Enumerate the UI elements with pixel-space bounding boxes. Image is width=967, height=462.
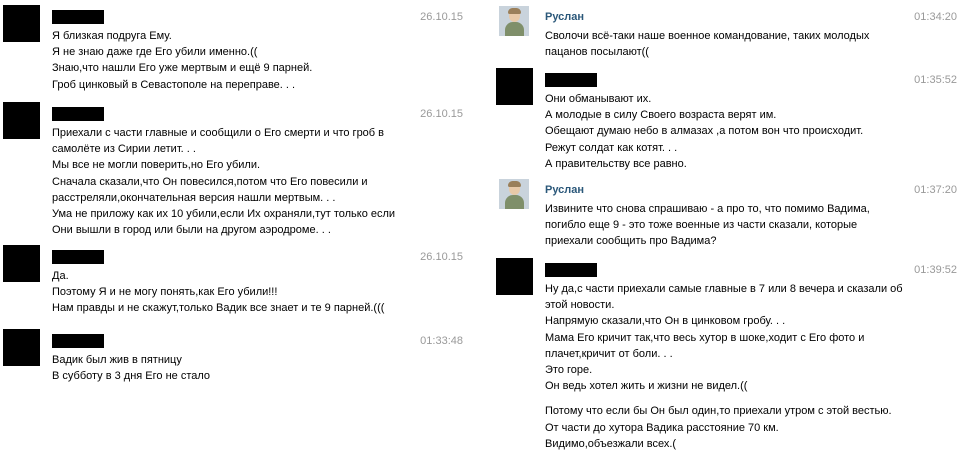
message-line: Они вышли в город или были на другом аэр…: [52, 224, 331, 237]
message-line: плачет,кричит от боли. . .: [545, 347, 673, 360]
message-item: 01:39:52 Ну да,с части приехали самые гл…: [493, 253, 967, 462]
redacted-avatar[interactable]: [3, 5, 40, 42]
message-line: От части до хутора Вадика расстояние 70 …: [545, 421, 779, 434]
message-line: Напрямую сказали,что Он в цинковом гробу…: [545, 315, 786, 328]
message-line: Режут солдат как котят. . .: [545, 141, 678, 154]
message-item: Руслан 01:37:20 Извините что снова спраш…: [493, 173, 967, 253]
message-line: Сволочи всё-таки наше военное командован…: [545, 30, 870, 42]
message-timestamp: 01:33:48: [420, 335, 463, 347]
message-item: 26.10.15 Да. Поэтому Я и не могу понять,…: [0, 240, 483, 320]
message-line: Он ведь хотел жить и жизни не видел.((: [545, 380, 748, 393]
message-timestamp: 26.10.15: [420, 251, 463, 263]
message-line: Ну да,с части приехали самые главные в 7…: [545, 283, 903, 295]
message-line: А правительству все равно.: [545, 157, 687, 170]
message-text: Извините что снова спрашиваю - а про то,…: [545, 201, 870, 250]
redacted-sender-name[interactable]: [545, 73, 597, 87]
user-avatar-photo[interactable]: [499, 179, 529, 209]
redacted-sender-name[interactable]: [545, 263, 597, 277]
avatar-body-shape: [505, 195, 524, 209]
message-line: Мама Его кричит так,что весь хутор в шок…: [545, 331, 865, 344]
message-item: 26.10.15 Приехали с части главные и сооб…: [0, 97, 483, 242]
message-line: Приехали с части главные и сообщили о Ег…: [52, 127, 384, 139]
redacted-avatar[interactable]: [3, 329, 40, 366]
message-spacer: [545, 394, 903, 403]
message-timestamp: 01:39:52: [914, 264, 957, 276]
message-text: Приехали с части главные и сообщили о Ег…: [52, 125, 395, 238]
redacted-sender-name[interactable]: [52, 250, 104, 264]
message-item: 26.10.15 Я близкая подруга Ему. Я не зна…: [0, 0, 483, 100]
message-timestamp: 01:34:20: [914, 11, 957, 23]
message-line: расстреляли,окончательная версия нашли м…: [52, 191, 336, 204]
user-avatar-photo[interactable]: [499, 6, 529, 36]
redacted-avatar[interactable]: [3, 245, 40, 282]
message-timestamp: 01:37:20: [914, 184, 957, 196]
message-timestamp: 26.10.15: [420, 11, 463, 23]
message-item: Руслан 01:34:20 Сволочи всё-таки наше во…: [493, 0, 967, 60]
message-timestamp: 26.10.15: [420, 108, 463, 120]
message-line: В субботу в 3 дня Его не стало: [52, 370, 211, 383]
message-line: Ума не приложу как их 10 убили,если Их о…: [52, 208, 396, 221]
redacted-avatar[interactable]: [496, 258, 533, 295]
message-line: самолёте из Сирии летит. . .: [52, 143, 196, 156]
message-line: А молодые в силу Своего возраста верят и…: [545, 109, 777, 122]
redacted-sender-name[interactable]: [52, 107, 104, 121]
message-line: Они обманывают их.: [545, 93, 652, 105]
redacted-sender-name[interactable]: [52, 334, 104, 348]
message-text: Они обманывают их. А молодые в силу Свое…: [545, 91, 863, 172]
message-line: этой новости.: [545, 299, 615, 312]
message-line: Нам правды и не скажут,только Вадик все …: [52, 302, 385, 315]
message-line: Знаю,что нашли Его уже мертвым и ещё 9 п…: [52, 62, 313, 75]
redacted-sender-name[interactable]: [52, 10, 104, 24]
message-item: 01:33:48 Вадик был жив в пятницу В суббо…: [0, 324, 483, 394]
message-line: приехали сообщить про Вадима?: [545, 235, 717, 248]
message-line: Я близкая подруга Ему.: [52, 30, 172, 42]
redacted-avatar[interactable]: [496, 68, 533, 105]
avatar-hair-shape: [508, 181, 521, 187]
message-line: Извините что снова спрашиваю - а про то,…: [545, 203, 870, 215]
message-line: Я не знаю даже где Его убили именно.((: [52, 46, 258, 59]
message-line: Потому что если бы Он был один,то приеха…: [545, 405, 892, 418]
message-timestamp: 01:35:52: [914, 74, 957, 86]
message-text: Я близкая подруга Ему. Я не знаю даже гд…: [52, 28, 312, 93]
message-text: Ну да,с части приехали самые главные в 7…: [545, 281, 903, 452]
message-line: Это горе.: [545, 364, 593, 377]
sender-name-link[interactable]: Руслан: [545, 184, 584, 196]
message-text: Сволочи всё-таки наше военное командован…: [545, 28, 869, 60]
message-line: Видимо,объезжали всех.(: [545, 437, 677, 450]
message-line: Мы все не могли поверить,но Его убили.: [52, 159, 261, 172]
message-line: Поэтому Я и не могу понять,как Его убили…: [52, 286, 278, 299]
message-line: погибло еще 9 - это тоже военные из част…: [545, 219, 858, 232]
message-line: Вадик был жив в пятницу: [52, 354, 182, 366]
message-line: Обещают думаю небо в алмазах ,а потом во…: [545, 125, 864, 138]
message-line: Да.: [52, 270, 69, 282]
message-line: Сначала сказали,что Он повесился,потом ч…: [52, 175, 368, 188]
avatar-hair-shape: [508, 8, 521, 14]
message-item: 01:35:52 Они обманывают их. А молодые в …: [493, 63, 967, 173]
sender-name-link[interactable]: Руслан: [545, 11, 584, 23]
redacted-avatar[interactable]: [3, 102, 40, 139]
message-text: Вадик был жив в пятницу В субботу в 3 дн…: [52, 352, 210, 384]
message-line: пацанов посылают((: [545, 46, 649, 59]
avatar-body-shape: [505, 22, 524, 36]
message-line: Гроб цинковый в Севастополе на переправе…: [52, 78, 296, 91]
message-text: Да. Поэтому Я и не могу понять,как Его у…: [52, 268, 384, 317]
